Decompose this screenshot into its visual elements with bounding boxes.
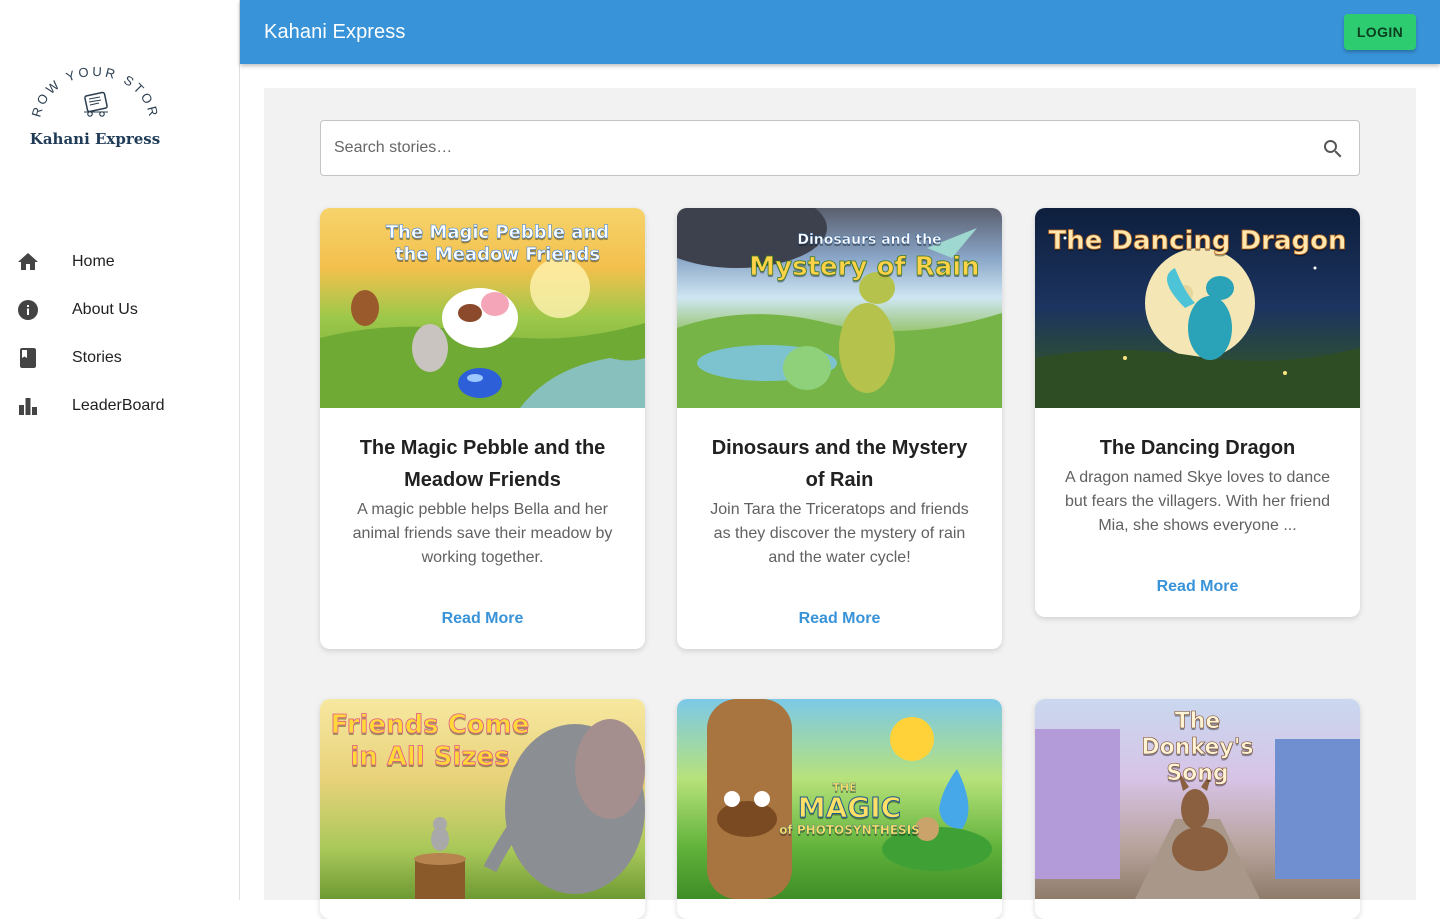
story-title: Dinosaurs and the Mystery of Rain (711, 437, 968, 491)
read-more-link[interactable]: Read More (442, 610, 524, 628)
card-body: The Dancing Dragon A dragon named Skye l… (1035, 408, 1360, 617)
stories-panel: The Magic Pebble and the Meadow Friends … (264, 88, 1416, 919)
story-description: A magic pebble helps Bella and her anima… (352, 501, 613, 566)
cover-title-text: The Magic Pebble and the Meadow Friends (385, 222, 610, 266)
cover-title-main-text: Mystery of Rain (749, 252, 980, 283)
story-cover-image[interactable]: The Magic Pebble and the Meadow Friends (320, 208, 645, 408)
cover-title-sub-text: of PHOTOSYNTHESIS (779, 823, 920, 837)
login-button[interactable]: LOGIN (1344, 14, 1416, 50)
story-card: The Donkey's Song (1035, 699, 1360, 919)
sidebar-item-stories[interactable]: Stories (0, 334, 239, 382)
sidebar-item-leaderboard[interactable]: LeaderBoard (0, 382, 239, 430)
book-icon (16, 346, 40, 370)
sidebar-item-label: About Us (72, 301, 138, 318)
sidebar-item-label: LeaderBoard (72, 397, 165, 414)
cover-title-top-text: Dinosaurs and the (797, 232, 942, 248)
app-title: Kahani Express (264, 20, 406, 43)
story-title: The Dancing Dragon (1099, 437, 1296, 459)
cover-title-text: Friends Come in All Sizes (330, 710, 530, 773)
brand-logo[interactable]: GROW YOUR STORY Kahani Express (13, 50, 170, 158)
story-title: The Magic Pebble and the Meadow Friends (359, 437, 606, 491)
cover-title-text: The Dancing Dragon (1048, 226, 1347, 257)
search-input[interactable] (334, 121, 1294, 175)
story-card: Friends Come in All Sizes (320, 699, 645, 919)
story-cover-image[interactable]: THE MAGIC of PHOTOSYNTHESIS (677, 699, 1002, 899)
story-card: THE MAGIC of PHOTOSYNTHESIS (677, 699, 1002, 919)
app-bar: Kahani Express LOGIN (240, 0, 1440, 64)
story-description: A dragon named Skye loves to dance but f… (1064, 469, 1331, 534)
sidebar-nav: Home About Us Stories LeaderBoard (0, 238, 239, 430)
sidebar-item-label: Home (72, 253, 115, 270)
read-more-link[interactable]: Read More (799, 610, 881, 628)
logo-name: Kahani Express (30, 130, 160, 148)
story-card: The Magic Pebble and the Meadow Friends … (320, 208, 645, 649)
story-cover-image[interactable]: The Dancing Dragon (1035, 208, 1360, 408)
card-body: Dinosaurs and the Mystery of Rain Join T… (677, 408, 1002, 649)
story-cover-image[interactable]: Dinosaurs and the Mystery of Rain (677, 208, 1002, 408)
sidebar-item-home[interactable]: Home (0, 238, 239, 286)
sidebar-item-label: Stories (72, 349, 122, 366)
story-cover-image[interactable]: Friends Come in All Sizes (320, 699, 645, 899)
cover-title-main-text: MAGIC (797, 791, 902, 825)
book-icon (84, 91, 108, 117)
leaderboard-icon (16, 394, 40, 418)
info-icon (16, 298, 40, 322)
story-card: The Dancing Dragon The Dancing Dragon A … (1035, 208, 1360, 617)
sidebar: GROW YOUR STORY Kahani Express Home (0, 0, 240, 900)
story-card: Dinosaurs and the Mystery of Rain Dinosa… (677, 208, 1002, 649)
story-cover-image[interactable]: The Donkey's Song (1035, 699, 1360, 899)
cover-title-text: The Donkey's Song (1141, 709, 1254, 787)
sidebar-item-about-us[interactable]: About Us (0, 286, 239, 334)
read-more-link[interactable]: Read More (1157, 578, 1239, 596)
home-icon (16, 250, 40, 274)
card-body: The Magic Pebble and the Meadow Friends … (320, 408, 645, 649)
search-box (320, 120, 1360, 176)
search-icon[interactable] (1321, 137, 1345, 161)
story-description: Join Tara the Triceratops and friends as… (710, 501, 969, 566)
